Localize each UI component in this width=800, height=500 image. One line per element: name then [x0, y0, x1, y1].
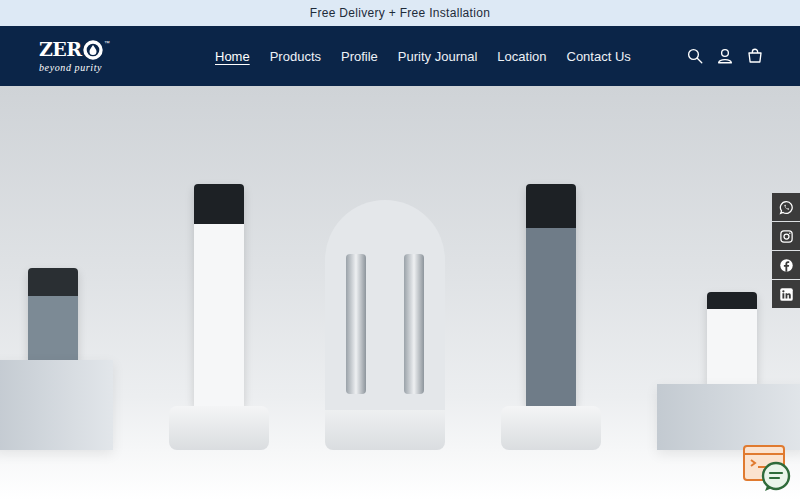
hero-banner [0, 86, 800, 500]
linkedin-link[interactable] [772, 280, 800, 308]
announcement-bar: Free Delivery + Free Installation [0, 0, 800, 26]
announcement-text: Free Delivery + Free Installation [310, 6, 490, 20]
facebook-link[interactable] [772, 251, 800, 279]
drop-o-icon [83, 40, 103, 60]
nav-item[interactable]: Contact Us [563, 45, 635, 68]
trademark: ™ [104, 40, 110, 46]
chat-icon [742, 444, 792, 492]
instagram-icon [779, 229, 794, 244]
search-icon[interactable] [686, 47, 704, 65]
logo-text: ZER [39, 40, 82, 59]
logo-tagline: beyond purity [39, 62, 211, 73]
whatsapp-icon [779, 200, 794, 215]
nav-item[interactable]: Purity Journal [394, 45, 481, 68]
whatsapp-link[interactable] [772, 193, 800, 221]
main-nav: Home Products Profile Purity Journal Locatio… [211, 45, 635, 68]
chat-widget[interactable] [742, 444, 792, 496]
hero-image [0, 86, 800, 500]
cart-icon[interactable] [746, 47, 764, 65]
site-header: ZER ™ beyond purity Home Products Profile P… [0, 26, 800, 86]
account-icon[interactable] [716, 47, 734, 65]
page: Free Delivery + Free Installation ZER ™ … [0, 0, 800, 500]
instagram-link[interactable] [772, 222, 800, 250]
logo[interactable]: ZER ™ beyond purity [39, 40, 211, 73]
nav-item[interactable]: Location [493, 45, 550, 68]
social-bar [772, 193, 800, 308]
nav-item[interactable]: Home [211, 45, 254, 68]
nav-item[interactable]: Products [266, 45, 325, 68]
header-tools [686, 47, 764, 65]
facebook-icon [779, 258, 794, 273]
nav-item[interactable]: Profile [337, 45, 382, 68]
linkedin-icon [779, 287, 794, 302]
